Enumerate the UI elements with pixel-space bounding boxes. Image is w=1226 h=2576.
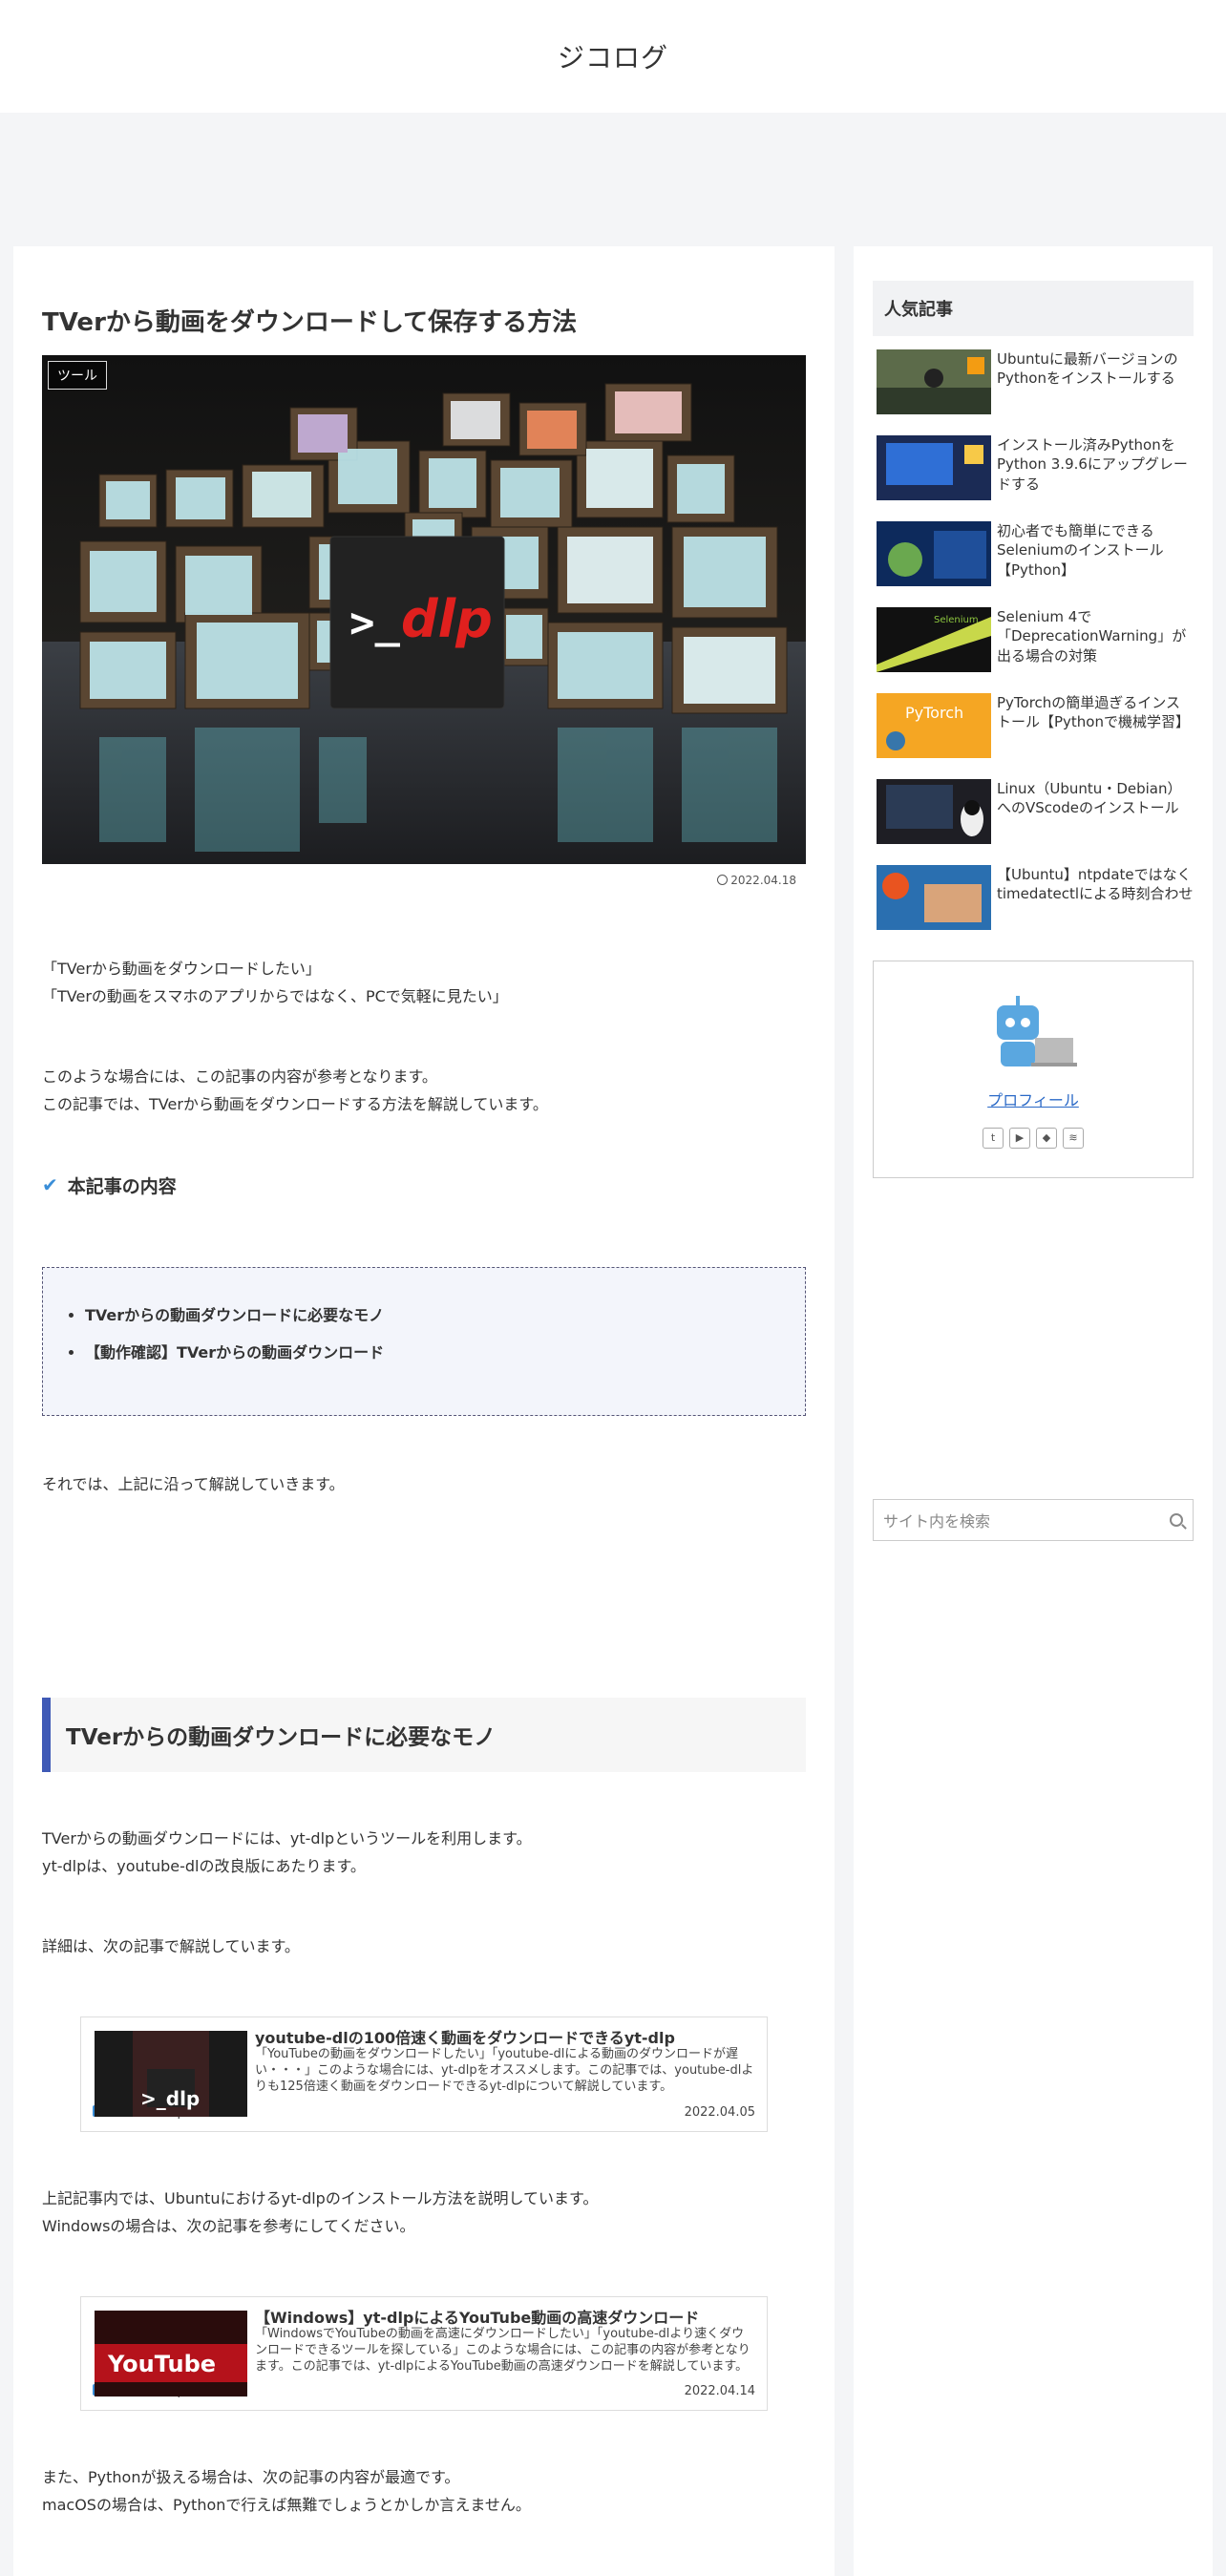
youtube-icon[interactable]: ▶: [1009, 1128, 1030, 1149]
article-title: TVerから動画をダウンロードして保存する方法: [42, 308, 578, 337]
eyecatch-image: >_ dlp ツール: [42, 354, 806, 864]
section1-p1: TVerからの動画ダウンロードには、yt-dlpというツールを利用します。 yt…: [42, 1828, 532, 1875]
card-snippet: 「WindowsでYouTubeの動画を高速にダウンロードしたい」「youtub…: [255, 2326, 750, 2374]
post-date: 2022.04.18: [42, 874, 796, 887]
feedly-icon[interactable]: ◆: [1036, 1128, 1057, 1149]
blog-card[interactable]: >_dlp youtube-dlの100倍速く動画をダウンロードできるyt-dl…: [80, 2016, 768, 2133]
clock-icon: [717, 874, 729, 885]
search-input[interactable]: サイト内を検索: [873, 1499, 1194, 1541]
toc-box: TVerからの動画ダウンロードに必要なモノ 【動作確認】TVerからの動画ダウン…: [42, 1266, 806, 1416]
popular-list: Ubuntuに最新バージョンのPythonをインストールする インストール済みP…: [873, 349, 1194, 951]
rss-icon[interactable]: ≋: [1063, 1128, 1084, 1149]
search-icon[interactable]: [1170, 1513, 1183, 1527]
popular-item[interactable]: Linux（Ubuntu・Debian）へのVScodeのインストール: [873, 779, 1194, 865]
logo-prompt: >_: [349, 599, 400, 647]
popular-thumb: [877, 865, 991, 930]
popular-thumb: [877, 779, 991, 844]
toc-item[interactable]: TVerからの動画ダウンロードに必要なモノ: [85, 1306, 776, 1324]
card-thumbnail: >_dlp: [95, 2031, 247, 2118]
popular-thumb: [877, 349, 991, 414]
svg-text:YouTube: YouTube: [107, 2351, 216, 2377]
popular-item[interactable]: PyTorch PyTorchの簡単過ぎるインストール【Pythonで機械学習】: [873, 693, 1194, 779]
section1-p3: 上記記事内では、Ubuntuにおけるyt-dlpのインストール方法を説明していま…: [42, 2189, 599, 2235]
transition-text: それでは、上記に沿って解説していきます。: [42, 1474, 345, 1493]
toc-heading: ✔ 本記事の内容: [42, 1173, 177, 1197]
social-icons: t ▶ ◆ ≋: [874, 1128, 1193, 1149]
site-header: ジコログ: [0, 0, 1226, 113]
lead-block: このような場合には、この記事の内容が参考となります。 この記事では、TVerから…: [42, 1067, 548, 1114]
section-heading: TVerからの動画ダウンロードに必要なモノ: [42, 1697, 806, 1772]
popular-item[interactable]: 【Ubuntu】ntpdateではなくtimedatectlによる時刻合わせ: [873, 865, 1194, 951]
robot-avatar-icon: [997, 996, 1077, 1066]
profile-widget: プロフィール t ▶ ◆ ≋: [873, 961, 1194, 1178]
popular-thumb: Selenium: [877, 607, 991, 672]
profile-link[interactable]: プロフィール: [874, 1087, 1193, 1110]
popular-thumb: [877, 521, 991, 586]
blog-card[interactable]: YouTube 【Windows】yt-dlpによるYouTube動画の高速ダウ…: [80, 2295, 768, 2412]
twitter-icon[interactable]: t: [983, 1128, 1004, 1149]
popular-item[interactable]: 初心者でも簡単にできるSeleniumのインストール【Python】: [873, 521, 1194, 607]
popular-item[interactable]: Selenium Selenium 4で「DeprecationWarning」…: [873, 607, 1194, 693]
svg-text:PyTorch: PyTorch: [905, 704, 963, 722]
card-title: youtube-dlの100倍速く動画をダウンロードできるyt-dlp: [255, 2029, 675, 2048]
intro-block: 「TVerから動画をダウンロードしたい」 「TVerの動画をスマホのアプリからで…: [42, 959, 508, 1005]
sidebar: 人気記事 Ubuntuに最新バージョンのPythonをインストールする インスト…: [854, 246, 1213, 2576]
check-icon: ✔: [42, 1173, 58, 1197]
svg-text:Selenium: Selenium: [934, 615, 979, 625]
popular-item[interactable]: インストール済みPythonをPython 3.9.6にアップグレードする: [873, 435, 1194, 521]
category-label[interactable]: ツール: [48, 360, 107, 390]
card-thumbnail: YouTube: [95, 2310, 247, 2397]
logo-text: dlp: [401, 589, 493, 649]
section1-p4: また、Pythonが扱える場合は、次の記事の内容が最適です。 macOSの場合は…: [42, 2468, 531, 2515]
site-title[interactable]: ジコログ: [558, 37, 668, 75]
svg-text:>_dlp: >_dlp: [140, 2087, 200, 2110]
popular-item[interactable]: Ubuntuに最新バージョンのPythonをインストールする: [873, 349, 1194, 435]
popular-widget-title: 人気記事: [873, 281, 1194, 336]
card-title: 【Windows】yt-dlpによるYouTube動画の高速ダウンロード: [255, 2308, 700, 2327]
popular-thumb: [877, 435, 991, 500]
main-content: TVerから動画をダウンロードして保存する方法 >_ dlp ツール 2022.…: [13, 246, 835, 2576]
toc-item[interactable]: 【動作確認】TVerからの動画ダウンロード: [85, 1343, 776, 1362]
popular-thumb: PyTorch: [877, 693, 991, 758]
section1-p2: 詳細は、次の記事で解説しています。: [42, 1937, 300, 1956]
card-snippet: 「YouTubeの動画をダウンロードしたい」「youtube-dlによる動画のダ…: [255, 2047, 754, 2095]
